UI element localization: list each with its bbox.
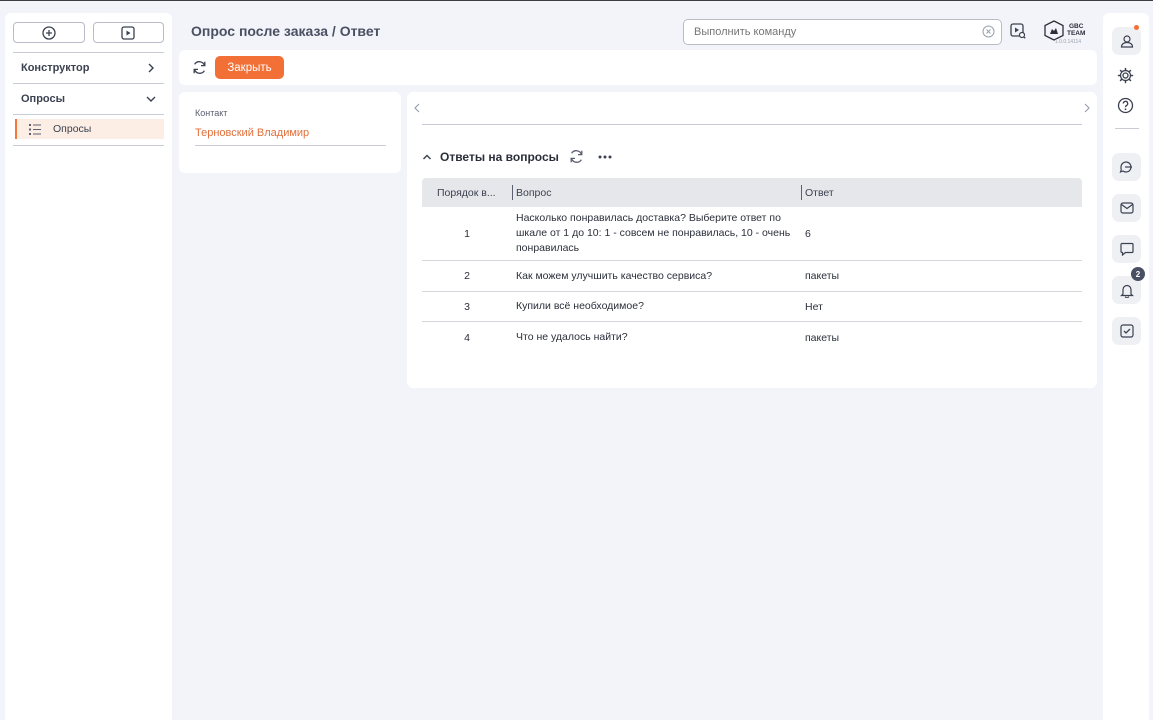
run-process-button[interactable] (92, 22, 164, 43)
chevron-up-icon[interactable] (422, 152, 432, 162)
contact-label: Контакт (195, 108, 228, 118)
column-header-question[interactable]: Вопрос (512, 178, 801, 207)
add-button[interactable] (13, 22, 85, 43)
email-button[interactable] (1112, 194, 1141, 222)
cell-question: Что не удалось найти? (516, 331, 628, 343)
logo-text: GBC TEAM (1067, 23, 1086, 37)
help-icon[interactable] (1117, 97, 1134, 114)
cell-order: 3 (464, 300, 470, 313)
left-sidebar: Конструктор Опросы Опросы (5, 13, 172, 720)
version-label: 1.0.0.14114 (1055, 39, 1082, 45)
cell-question: Насколько понравилась доставка? Выберите… (516, 212, 791, 254)
table-row[interactable]: 2 Как можем улучшить качество сервиса? п… (422, 261, 1082, 292)
sidebar-item-label: Опросы (53, 123, 92, 135)
user-icon (1120, 35, 1133, 48)
bell-icon (1119, 284, 1134, 298)
cell-question: Купили всё необходимое? (516, 300, 644, 312)
divider (13, 114, 164, 115)
page-title: Опрос после заказа / Ответ (191, 23, 381, 39)
list-icon (29, 123, 41, 135)
notification-count-badge: 2 (1131, 267, 1145, 281)
plus-circle-icon (42, 25, 56, 40)
checkbox-icon (1119, 324, 1134, 338)
cell-order: 2 (464, 270, 470, 282)
divider (422, 124, 1082, 125)
contact-link[interactable]: Терновский Владимир (195, 127, 309, 139)
profile-button[interactable] (1112, 27, 1141, 55)
toolbar: Закрыть (179, 50, 1097, 85)
messages-button[interactable] (1112, 235, 1141, 263)
sidebar-section-surveys[interactable]: Опросы (5, 84, 172, 114)
answers-panel: Ответы на вопросы Порядок в... Вопрос От… (407, 92, 1097, 388)
sidebar-section-label: Опросы (21, 93, 66, 105)
table-row[interactable]: 1 Насколько понравилась доставка? Выбери… (422, 207, 1082, 261)
column-header-answer[interactable]: Ответ (801, 178, 1082, 207)
chevron-right-icon[interactable] (1083, 103, 1091, 113)
cell-answer: пакеты (805, 331, 840, 344)
divider (195, 145, 386, 146)
play-square-icon (121, 25, 135, 40)
table-row[interactable]: 3 Купили всё необходимое? Нет (422, 292, 1082, 322)
gear-icon[interactable] (1117, 67, 1134, 84)
contact-card: Контакт Терновский Владимир (179, 92, 401, 173)
cell-answer: Нет (805, 300, 823, 313)
answers-section-header: Ответы на вопросы (422, 149, 612, 164)
table-header: Порядок в... Вопрос Ответ (422, 178, 1082, 207)
chats-button[interactable] (1112, 153, 1141, 181)
section-title: Ответы на вопросы (440, 149, 559, 164)
divider (13, 145, 164, 146)
refresh-icon[interactable] (192, 60, 207, 75)
right-rail: 2 (1103, 13, 1149, 720)
run-command-icon[interactable] (1010, 23, 1026, 39)
more-options-icon[interactable] (598, 155, 612, 159)
command-input[interactable] (683, 19, 1002, 45)
clear-icon[interactable] (982, 25, 995, 38)
sidebar-item-surveys[interactable]: Опросы (15, 119, 164, 139)
sidebar-section-constructor[interactable]: Конструктор (5, 53, 172, 83)
divider (1115, 128, 1139, 129)
chevron-down-icon (146, 96, 156, 102)
sidebar-section-label: Конструктор (21, 62, 90, 74)
cell-order: 1 (464, 227, 470, 240)
tasks-button[interactable] (1112, 317, 1141, 345)
chat-bubbles-icon (1119, 161, 1132, 174)
mail-icon (1119, 202, 1134, 214)
cell-order: 4 (464, 331, 470, 344)
chevron-right-icon (148, 63, 154, 73)
cell-answer: 6 (805, 227, 811, 240)
table-row[interactable]: 4 Что не удалось найти? пакеты (422, 322, 1082, 353)
column-header-order[interactable]: Порядок в... (422, 178, 512, 207)
message-icon (1119, 242, 1134, 256)
refresh-icon[interactable] (569, 149, 584, 164)
chevron-left-icon[interactable] (413, 103, 421, 113)
close-button[interactable]: Закрыть (215, 56, 284, 79)
cell-question: Как можем улучшить качество сервиса? (516, 269, 713, 282)
answers-table: Порядок в... Вопрос Ответ 1 Насколько по… (422, 178, 1082, 353)
cell-answer: пакеты (805, 270, 840, 282)
status-dot (1134, 25, 1139, 30)
